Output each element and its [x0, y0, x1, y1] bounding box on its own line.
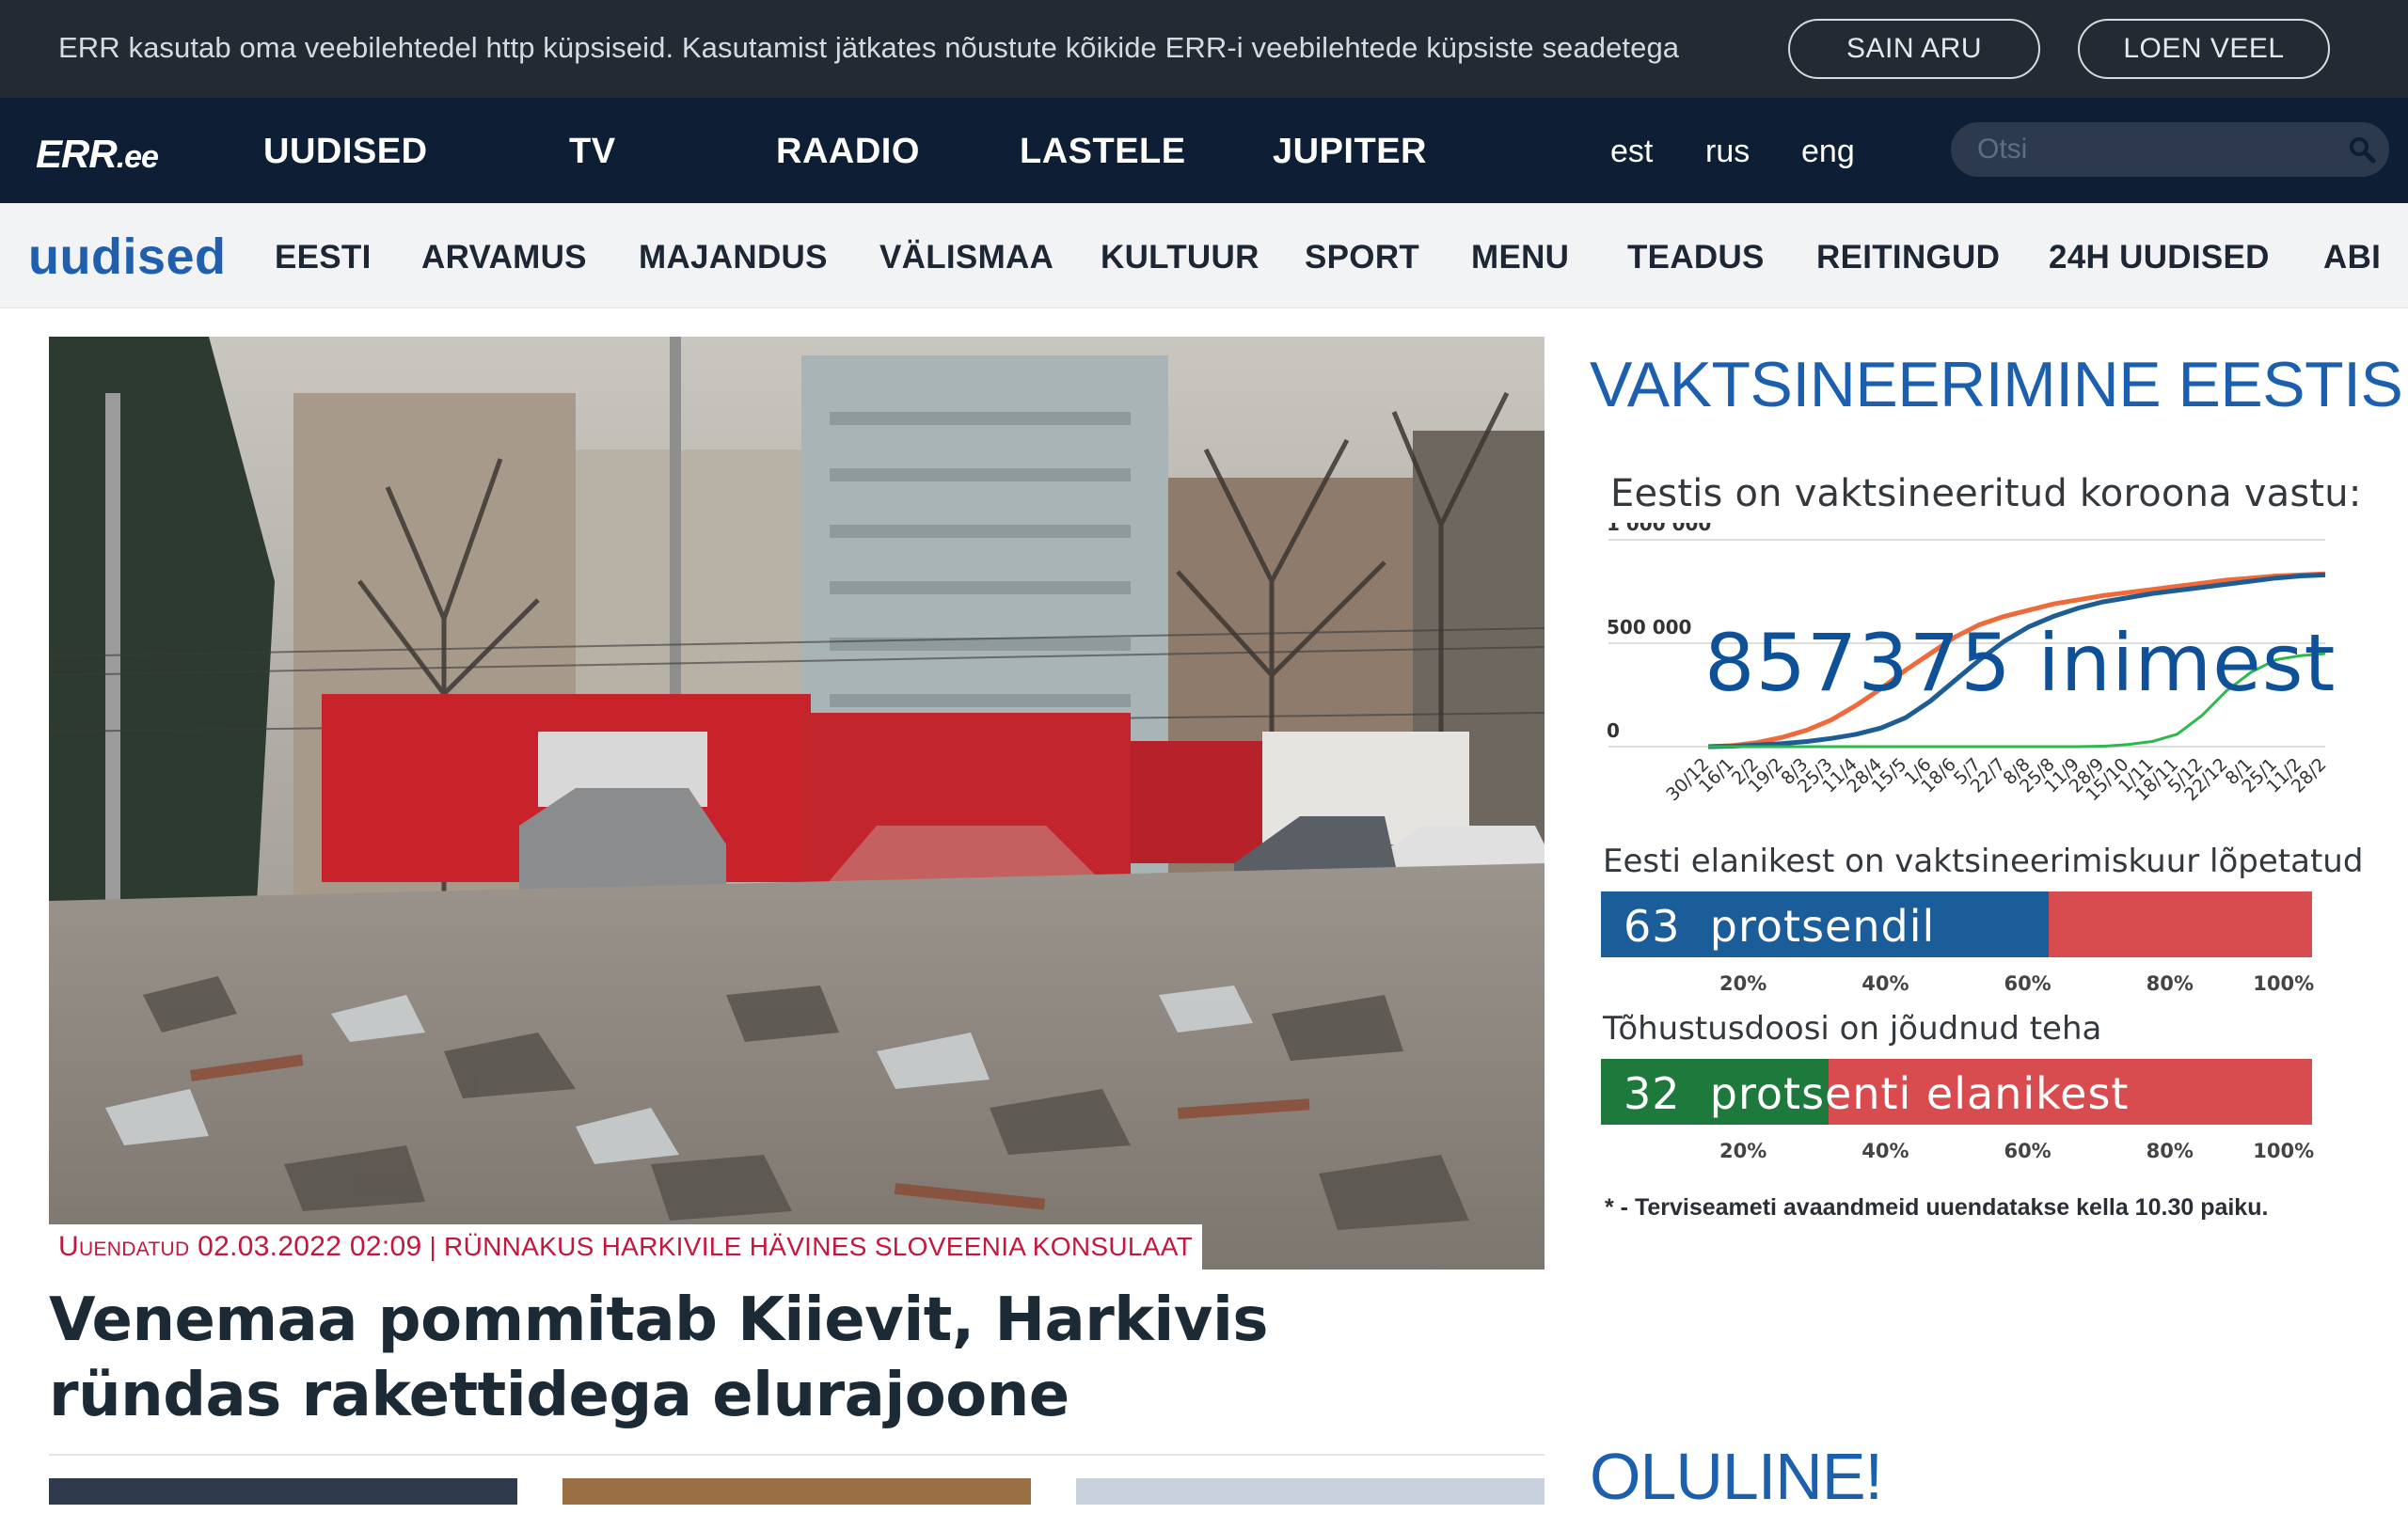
- article-thumbnail[interactable]: [1076, 1478, 1545, 1505]
- article-headline[interactable]: Venemaa pommitab Kiievit, Harkivis ründa…: [49, 1283, 1460, 1433]
- subnav-item-majandus[interactable]: MAJANDUS: [639, 239, 828, 276]
- caption-updated: Uuendatud 02.03.2022 02:09: [58, 1231, 422, 1262]
- subnav-item-valismaa[interactable]: VÄLISMAA: [879, 239, 1054, 276]
- axis-tick-label: 20%: [1719, 1140, 1767, 1162]
- axis-tick-label: 40%: [1861, 1140, 1909, 1162]
- err-logo[interactable]: ERR.ee: [36, 132, 159, 177]
- y-tick-label: 1 000 000: [1607, 523, 1711, 535]
- vaccinated-total: 857375 inimest: [1704, 617, 2337, 709]
- article-caption[interactable]: Uuendatud 02.03.2022 02:09 | RÜNNAKUS HA…: [49, 1224, 1203, 1270]
- vaccination-chart-subtitle: Eestis on vaktsineeritud koroona vastu:: [1610, 472, 2362, 515]
- nav-item-lastele[interactable]: LASTELE: [1020, 132, 1186, 172]
- article-thumbnail[interactable]: [49, 1478, 517, 1505]
- search-icon[interactable]: [2348, 135, 2376, 164]
- subnav-item-teadus[interactable]: TEADUS: [1627, 239, 1765, 276]
- booster-label: Tõhustusdoosi on jõudnud teha: [1603, 1010, 2102, 1048]
- axis-tick-label: 60%: [2004, 972, 2052, 995]
- completed-axis: 20% 40% 60% 80% 100%: [1601, 969, 2315, 997]
- axis-tick-label: 80%: [2146, 1140, 2194, 1162]
- subnav-item-arvamus[interactable]: ARVAMUS: [421, 239, 587, 276]
- vaccination-title[interactable]: VAKTSINEERIMINE EESTIS: [1590, 348, 2403, 421]
- completed-label: Eesti elanikest on vaktsineerimiskuur lõ…: [1603, 843, 2364, 880]
- data-update-note: * - Terviseameti avaandmeid uuendatakse …: [1605, 1194, 2269, 1221]
- nav-item-raadio[interactable]: RAADIO: [776, 132, 920, 172]
- section-brand[interactable]: uudised: [28, 228, 227, 286]
- oluline-heading[interactable]: OLULINE!: [1590, 1439, 1883, 1514]
- y-tick-label: 500 000: [1607, 616, 1691, 639]
- hero-image[interactable]: [49, 337, 1545, 1270]
- subnav-item-reitingud[interactable]: REITINGUD: [1816, 239, 2000, 276]
- subnav-item-kultuur[interactable]: KULTUUR: [1101, 239, 1259, 276]
- lang-rus[interactable]: rus: [1705, 134, 1750, 170]
- axis-tick-label: 80%: [2146, 972, 2194, 995]
- subnav-item-abi[interactable]: ABI: [2323, 239, 2381, 276]
- nav-item-uudised[interactable]: UUDISED: [263, 132, 428, 172]
- cookie-accept-button[interactable]: SAIN ARU: [1788, 19, 2040, 79]
- axis-tick-label: 100%: [2253, 972, 2315, 995]
- vaccinated-number: 857375: [1704, 617, 2012, 709]
- subnav-item-eesti[interactable]: EESTI: [275, 239, 372, 276]
- nav-item-jupiter[interactable]: JUPITER: [1273, 132, 1427, 172]
- destroyed-street-photo: [49, 337, 1545, 1270]
- completed-bar: 63 protsendil: [1601, 891, 2312, 957]
- subnav-item-24h-uudised[interactable]: 24H UUDISED: [2049, 239, 2270, 276]
- y-tick-label: 0: [1607, 719, 1620, 742]
- subnav-item-sport[interactable]: SPORT: [1305, 239, 1419, 276]
- vaccinated-unit: inimest: [2037, 617, 2337, 709]
- booster-axis: 20% 40% 60% 80% 100%: [1601, 1136, 2315, 1164]
- main-navigation: ERR.ee UUDISED TV RAADIO LASTELE JUPITER…: [0, 98, 2408, 203]
- cookie-read-more-button[interactable]: LOEN VEEL: [2078, 19, 2330, 79]
- lang-est[interactable]: est: [1610, 134, 1653, 170]
- axis-tick-label: 20%: [1719, 972, 1767, 995]
- lang-eng[interactable]: eng: [1801, 134, 1855, 170]
- completed-bar-text: 63 protsendil: [1624, 901, 1936, 952]
- article-thumbnail[interactable]: [562, 1478, 1031, 1505]
- axis-tick-label: 40%: [1861, 972, 1909, 995]
- section-navigation: uudised EESTI ARVAMUS MAJANDUS VÄLISMAA …: [0, 203, 2408, 308]
- caption-separator: |: [429, 1232, 437, 1261]
- cookie-banner: ERR kasutab oma veebilehtedel http küpsi…: [0, 0, 2408, 98]
- nav-item-tv[interactable]: TV: [569, 132, 616, 172]
- cookie-text: ERR kasutab oma veebilehtedel http küpsi…: [58, 31, 1680, 64]
- caption-topic: RÜNNAKUS HARKIVILE HÄVINES SLOVEENIA KON…: [444, 1232, 1194, 1261]
- booster-bar: 32 protsenti elanikest: [1601, 1059, 2312, 1125]
- divider: [49, 1454, 1545, 1456]
- subnav-item-menu[interactable]: MENU: [1471, 239, 1569, 276]
- search-box: [1951, 122, 2389, 177]
- axis-tick-label: 100%: [2253, 1140, 2315, 1162]
- search-input[interactable]: [1977, 130, 2335, 169]
- axis-tick-label: 60%: [2004, 1140, 2052, 1162]
- booster-bar-text: 32 protsenti elanikest: [1624, 1068, 2130, 1119]
